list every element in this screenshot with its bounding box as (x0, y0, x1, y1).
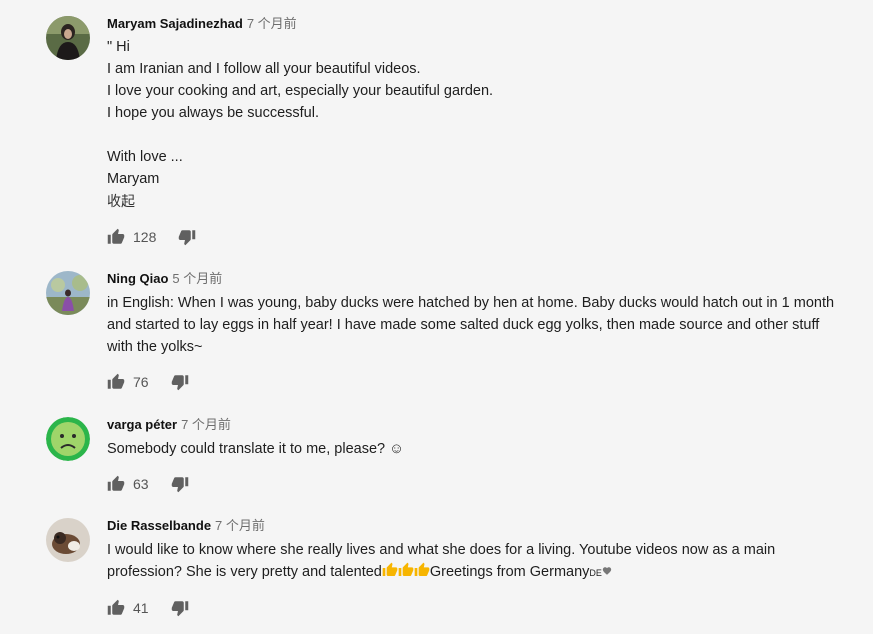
like-count: 63 (133, 476, 149, 492)
avatar[interactable] (46, 16, 90, 60)
thumbs-up-emoji-icon (414, 562, 430, 576)
comment-actions: 63 (107, 475, 189, 493)
comment-text: I would like to know where she really li… (107, 539, 843, 584)
thumbs-down-icon[interactable] (178, 228, 196, 246)
heart-emoji-icon (602, 567, 612, 575)
comment-line: I am Iranian and I follow all your beaut… (107, 61, 421, 77)
author-name[interactable]: Die Rasselbande (107, 518, 211, 533)
comment-time[interactable]: 7 个月前 (181, 417, 231, 432)
avatar[interactable] (46, 271, 90, 315)
comment-line: With love ... (107, 149, 183, 165)
thumbs-up-icon[interactable] (107, 475, 125, 493)
flag-text: DE (589, 568, 602, 578)
comment-time[interactable]: 7 个月前 (247, 16, 297, 31)
comment-text: Somebody could translate it to me, pleas… (107, 441, 404, 457)
like-count: 76 (133, 374, 149, 390)
comment-actions: 41 (107, 599, 189, 617)
comment-header: Ning Qiao 5 个月前 (107, 271, 843, 287)
comment-header: Die Rasselbande 7 个月前 (107, 518, 843, 534)
avatar[interactable] (46, 417, 90, 461)
comment-line: I hope you always be successful. (107, 105, 319, 121)
thumbs-up-icon[interactable] (107, 228, 125, 246)
thumbs-down-icon[interactable] (171, 475, 189, 493)
collapse-link[interactable]: 收起 (107, 190, 843, 212)
thumbs-down-icon[interactable] (171, 599, 189, 617)
comment-line (107, 124, 843, 146)
comment-text-part: Greetings from Germany (429, 564, 590, 580)
comment-line: Maryam (107, 171, 160, 187)
comment-line: I love your cooking and art, especially … (107, 83, 494, 99)
author-name[interactable]: Maryam Sajadinezhad (107, 16, 243, 31)
comment-header: Maryam Sajadinezhad 7 个月前 (107, 16, 843, 32)
thumbs-down-icon[interactable] (171, 373, 189, 391)
comment-text: " Hi I am Iranian and I follow all your b… (107, 36, 843, 190)
comment-actions: 76 (107, 373, 189, 391)
comment-time[interactable]: 5 个月前 (172, 271, 222, 286)
like-count: 41 (133, 600, 149, 616)
author-name[interactable]: varga péter (107, 417, 177, 432)
comment-text: in English: When I was young, baby ducks… (107, 295, 839, 355)
comment-actions: 128 (107, 228, 196, 246)
thumbs-up-icon[interactable] (107, 599, 125, 617)
author-name[interactable]: Ning Qiao (107, 271, 168, 286)
thumbs-up-icon[interactable] (107, 373, 125, 391)
like-count: 128 (133, 229, 157, 245)
comment-line: " Hi (107, 39, 130, 55)
thumbs-up-emoji-icon (398, 562, 414, 576)
comment-time[interactable]: 7 个月前 (215, 518, 265, 533)
avatar[interactable] (46, 518, 90, 562)
comment-header: varga péter 7 个月前 (107, 417, 843, 433)
thumbs-up-emoji-icon (382, 562, 398, 576)
